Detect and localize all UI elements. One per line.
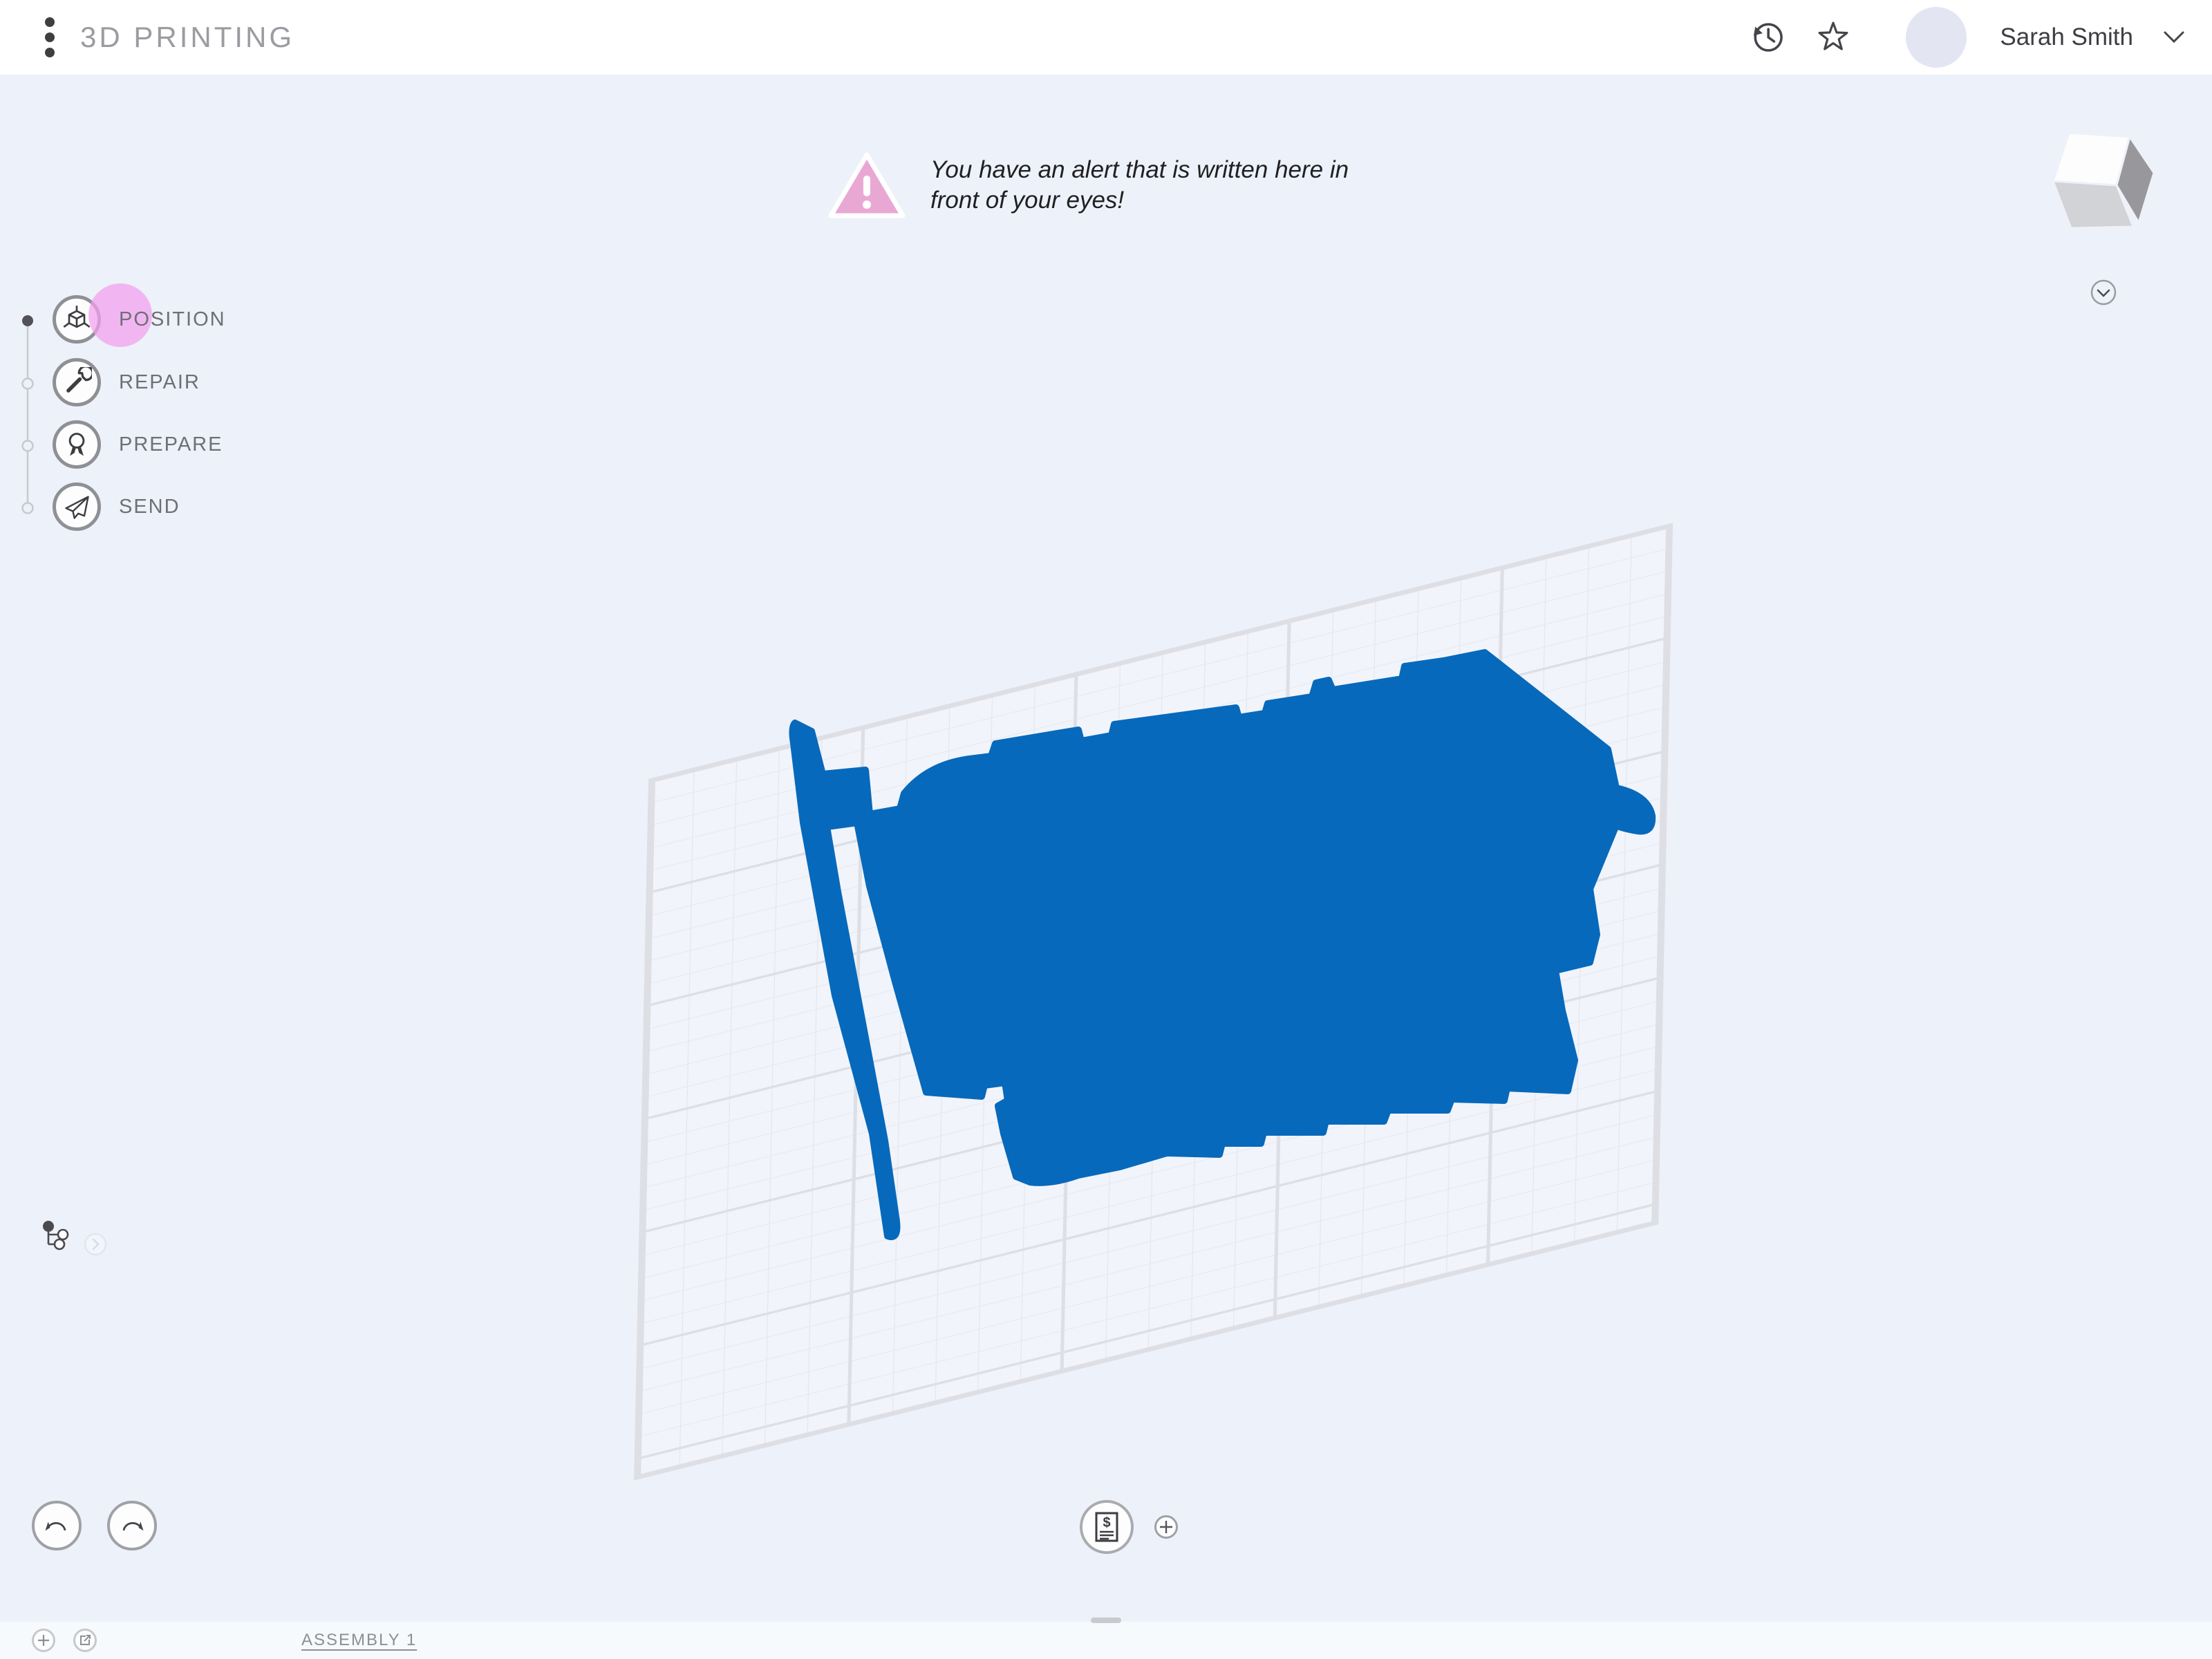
step-send[interactable]: SEND <box>53 482 180 531</box>
step-label[interactable]: POSITION <box>119 308 226 331</box>
workflow-steps: POSITION REPAIR PREPARE SEND <box>0 283 290 567</box>
history-icon[interactable] <box>1750 19 1785 55</box>
user-name[interactable]: Sarah Smith <box>2000 24 2133 51</box>
medal-icon <box>68 433 85 456</box>
svg-text:$: $ <box>1103 1515 1110 1530</box>
steps-progress-rail <box>21 315 34 514</box>
undo-arrow-icon <box>45 1521 66 1531</box>
chevron-down-circle-icon[interactable] <box>2089 278 2118 307</box>
repair-button[interactable] <box>53 358 101 406</box>
send-button[interactable] <box>53 482 101 531</box>
export-assembly-button[interactable] <box>73 1629 97 1652</box>
zoom-add-button[interactable] <box>1154 1515 1178 1539</box>
step-prepare[interactable]: PREPARE <box>53 420 223 469</box>
invoice-dollar-icon: $ <box>1095 1512 1118 1542</box>
paper-plane-icon <box>65 496 89 519</box>
kebab-menu-icon[interactable] <box>43 17 57 58</box>
assemblies-bar: ASSEMBLY 1 <box>0 1618 2212 1659</box>
avatar[interactable] <box>1906 7 1967 68</box>
view-cube-icon[interactable] <box>2045 126 2162 236</box>
chevron-down-icon[interactable] <box>2162 30 2186 45</box>
cube-axes-icon <box>63 306 91 328</box>
tree-icon[interactable] <box>40 1219 71 1253</box>
alert-message: You have an alert that is written here i… <box>930 156 1349 214</box>
step-label[interactable]: REPAIR <box>119 371 200 394</box>
redo-button[interactable] <box>107 1501 157 1550</box>
plus-icon <box>1160 1521 1172 1533</box>
chevron-right-circle-icon[interactable] <box>83 1232 108 1257</box>
step-label[interactable]: PREPARE <box>119 433 223 456</box>
open-in-new-icon <box>80 1635 91 1645</box>
3d-printing-app: 3D PRINTING Sarah Smith You have an aler <box>0 0 2212 1659</box>
step-label[interactable]: SEND <box>119 496 180 518</box>
panel-drag-handle[interactable] <box>1091 1618 1121 1623</box>
redo-arrow-icon <box>122 1521 144 1531</box>
page-title: 3D PRINTING <box>80 21 295 53</box>
cost-estimate-button[interactable]: $ <box>1080 1500 1134 1554</box>
step-position[interactable]: POSITION <box>53 295 226 344</box>
prepare-button[interactable] <box>53 420 101 469</box>
warning-triangle-icon <box>828 152 906 218</box>
undo-button[interactable] <box>32 1501 82 1550</box>
position-button[interactable] <box>53 295 101 344</box>
viewport-3d-canvas[interactable] <box>0 0 2212 1659</box>
add-assembly-button[interactable] <box>32 1629 55 1652</box>
tab-assembly-1[interactable]: ASSEMBLY 1 <box>301 1631 417 1650</box>
star-icon[interactable] <box>1815 19 1852 56</box>
wrench-icon <box>66 367 92 393</box>
alert-banner: You have an alert that is written here i… <box>828 151 1373 221</box>
plus-icon <box>38 1635 49 1646</box>
header: 3D PRINTING Sarah Smith <box>0 0 2212 75</box>
step-repair[interactable]: REPAIR <box>53 358 200 406</box>
